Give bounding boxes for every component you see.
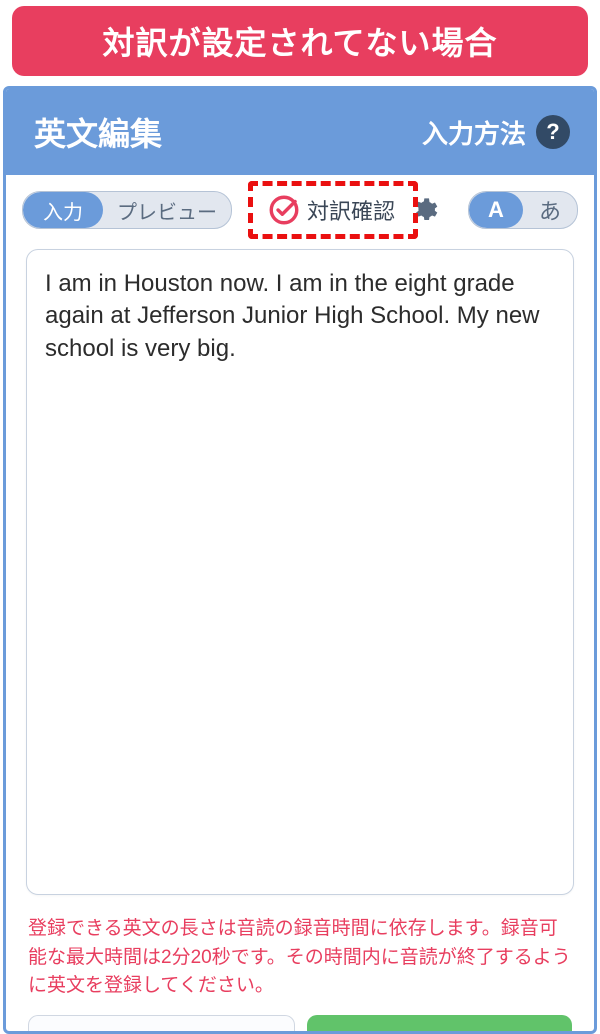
app-frame: 英文編集 入力方法 ? 入力 プレビュー 対訳確認	[3, 86, 597, 1034]
tab-input[interactable]: 入力	[23, 192, 103, 228]
check-circle-icon	[267, 193, 301, 227]
bottom-right-button[interactable]	[307, 1015, 572, 1033]
editor-panel[interactable]: I am in Houston now. I am in the eight g…	[26, 249, 574, 895]
help-area[interactable]: 入力方法 ?	[422, 114, 570, 151]
banner-text: 対訳が設定されてない場合	[102, 25, 497, 61]
toolbar: 入力 プレビュー 対訳確認 A あ	[6, 175, 594, 243]
editor-text[interactable]: I am in Houston now. I am in the eight g…	[45, 268, 555, 365]
font-toggle: A あ	[468, 191, 578, 229]
check-translation-label: 対訳確認	[307, 194, 395, 226]
tab-preview[interactable]: プレビュー	[103, 192, 231, 228]
help-icon[interactable]: ?	[536, 115, 570, 149]
bottom-buttons-partial	[28, 1015, 572, 1033]
font-japanese-button[interactable]: あ	[523, 192, 577, 228]
footer-note: 登録できる英文の長さは音読の録音時間に依存します。録音可能な最大時間は2分20秒…	[28, 915, 572, 1001]
app-header: 英文編集 入力方法 ?	[6, 89, 594, 175]
view-mode-toggle: 入力 プレビュー	[22, 191, 232, 229]
check-translation-button[interactable]: 対訳確認	[261, 189, 401, 231]
gear-icon[interactable]	[409, 195, 439, 225]
banner: 対訳が設定されてない場合	[12, 6, 588, 76]
bottom-left-button[interactable]	[28, 1015, 295, 1033]
page-title: 英文編集	[34, 109, 162, 155]
check-translation-area: 対訳確認	[244, 189, 456, 231]
help-label: 入力方法	[422, 114, 526, 151]
font-latin-button[interactable]: A	[469, 192, 523, 228]
